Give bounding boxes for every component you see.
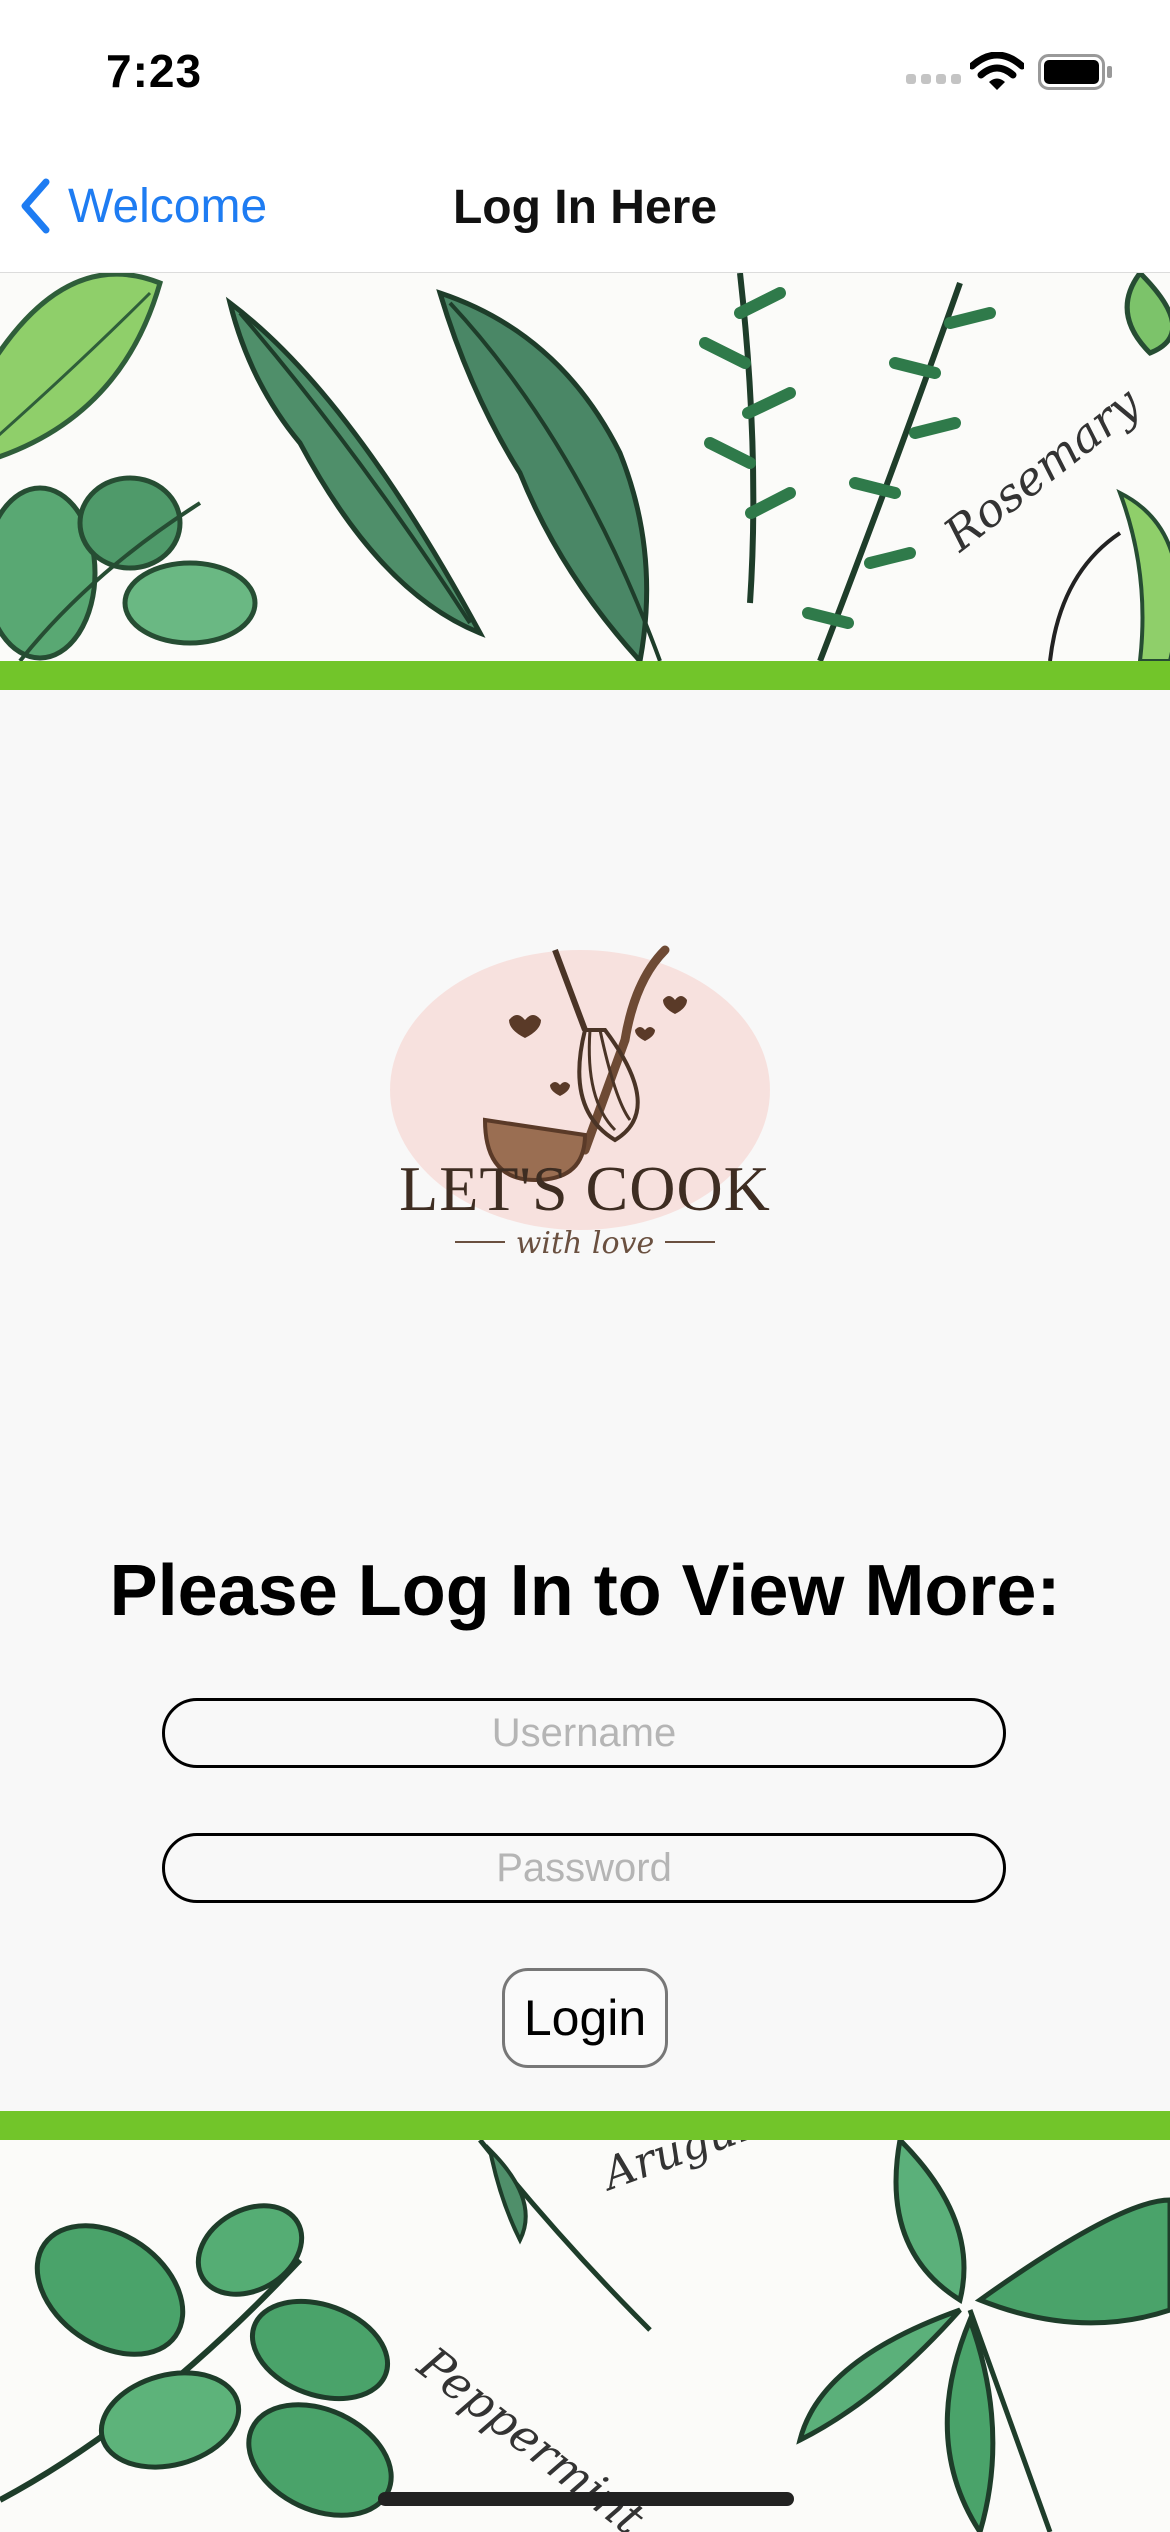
login-prompt-heading: Please Log In to View More: [109, 1551, 1061, 1631]
lets-cook-logo: LET'S COOK with love [385, 920, 785, 1280]
logo-subtitle: with love [515, 1226, 655, 1261]
navigation-bar: Welcome Log In Here [0, 140, 1170, 273]
wifi-icon [970, 52, 1024, 90]
herb-illustration-bottom: Arugula Peppermint [0, 2140, 1170, 2532]
herb-banner-top: Rosemary [0, 273, 1170, 661]
password-input[interactable] [162, 1833, 1006, 1903]
herb-illustration-top: Rosemary [0, 273, 1170, 661]
battery-icon [1038, 54, 1112, 90]
green-stripe-bottom [0, 2111, 1170, 2140]
signal-icon [906, 74, 961, 84]
herb-label-arugula: Arugula [593, 2140, 781, 2202]
status-bar: 7:23 [0, 0, 1170, 140]
green-stripe-top [0, 661, 1170, 690]
status-time: 7:23 [106, 45, 203, 97]
home-indicator[interactable] [378, 2492, 794, 2506]
username-input[interactable] [162, 1698, 1006, 1768]
login-button[interactable]: Login [502, 1968, 668, 2068]
logo-title: LET'S COOK [399, 1153, 771, 1224]
nav-title: Log In Here [452, 181, 718, 234]
herb-banner-bottom: Arugula Peppermint [0, 2140, 1170, 2532]
